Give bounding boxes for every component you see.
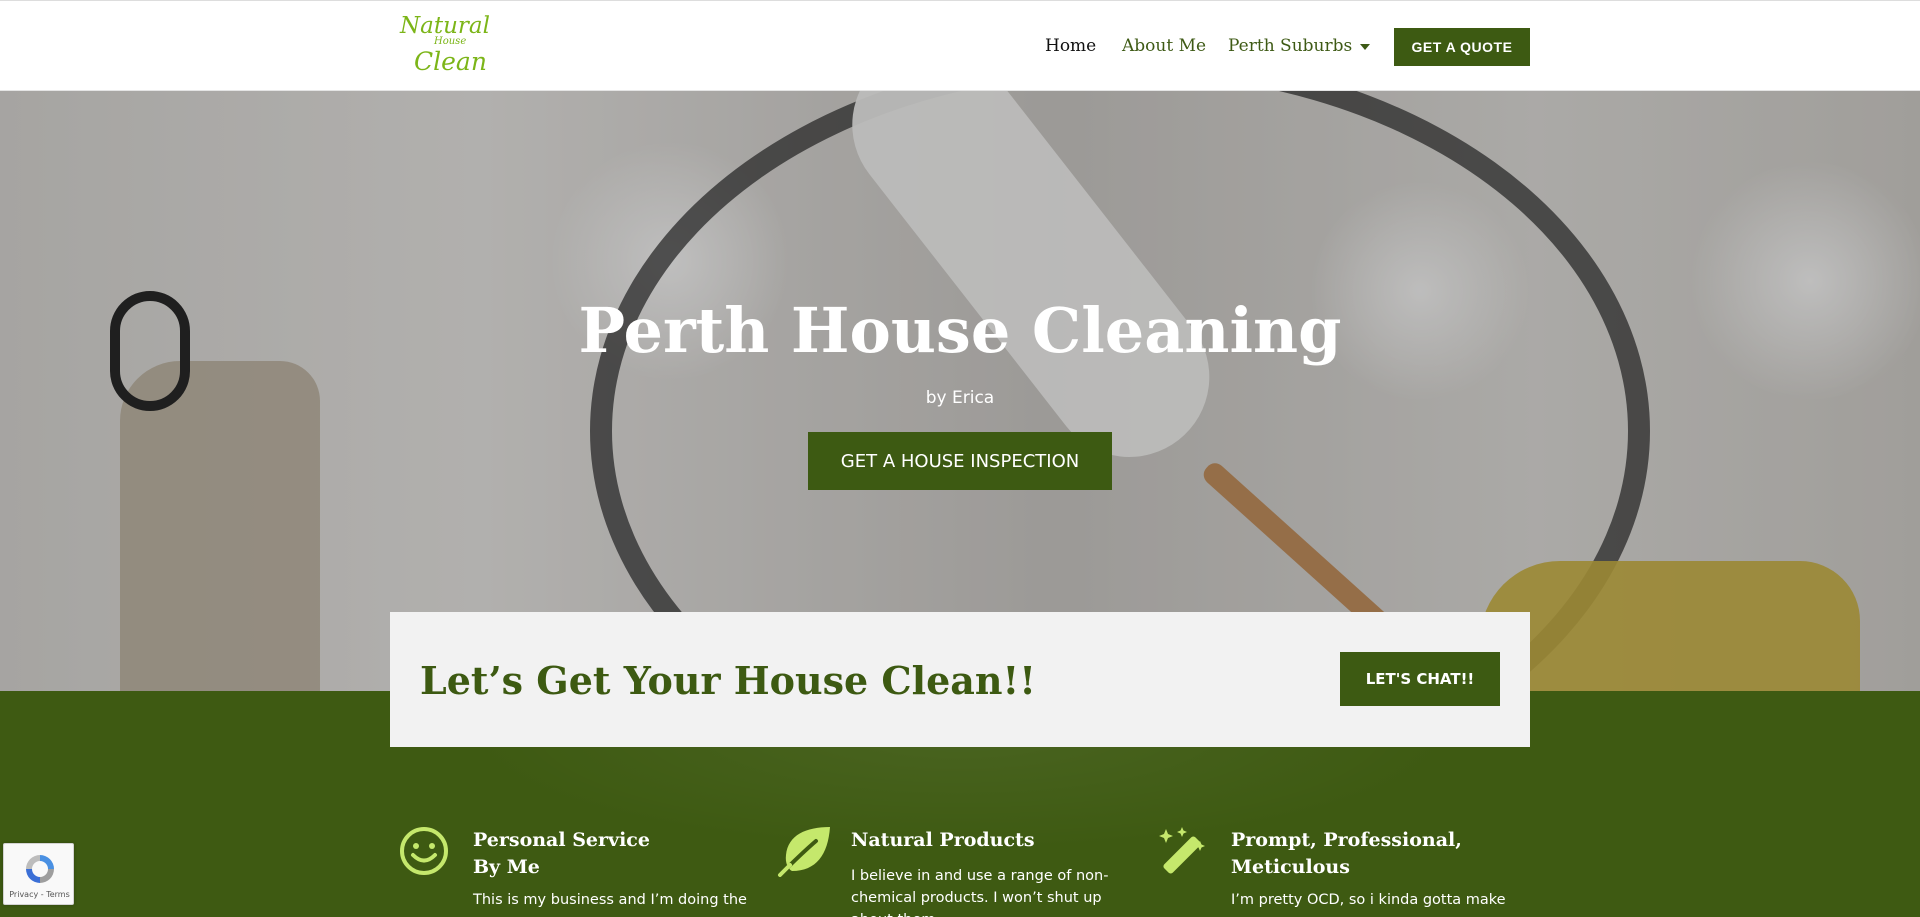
recaptcha-icon — [23, 852, 57, 886]
feature-title: Prompt, Professional, Meticulous — [1231, 827, 1462, 881]
nav-home[interactable]: Home — [1045, 36, 1096, 56]
leaf-icon — [776, 825, 830, 877]
feature-title: Natural Products — [851, 827, 1035, 854]
feature-prompt-professional: Prompt, Professional, Meticulous I’m pre… — [1156, 825, 1506, 917]
hero-section: Perth House Cleaning by Erica GET A HOUS… — [0, 91, 1920, 691]
get-house-inspection-button[interactable]: GET A HOUSE INSPECTION — [808, 432, 1112, 490]
feature-title-line1: Natural Products — [851, 829, 1035, 851]
magic-wand-icon — [1156, 825, 1208, 877]
feature-body: I believe in and use a range of non-chem… — [851, 868, 1109, 917]
nav-about-me[interactable]: About Me — [1122, 36, 1206, 56]
feature-title-line1: Prompt, Professional, — [1231, 829, 1462, 851]
hero-title: Perth House Cleaning — [578, 294, 1342, 367]
logo-word-house: House — [434, 36, 467, 47]
feature-title: Personal Service By Me — [473, 827, 650, 881]
lets-chat-button[interactable]: LET'S CHAT!! — [1340, 652, 1500, 706]
recaptcha-badge[interactable]: Privacy - Terms — [3, 843, 74, 905]
caret-down-icon — [1360, 43, 1371, 50]
site-logo[interactable]: Natural House Clean — [390, 13, 490, 79]
nav-perth-suburbs[interactable]: Perth Suburbs — [1228, 36, 1371, 56]
feature-personal-service: Personal Service By Me This is my busine… — [398, 825, 747, 917]
nav-perth-suburbs-label: Perth Suburbs — [1228, 36, 1353, 56]
feature-natural-products: Natural Products I believe in and use a … — [776, 825, 1116, 917]
feature-body: This is my business and I’m doing the — [473, 892, 747, 908]
feature-body: I’m pretty OCD, so i kinda gotta make — [1231, 892, 1506, 908]
logo-word-clean: Clean — [414, 47, 487, 76]
site-header: Natural House Clean Home About Me Perth … — [0, 0, 1920, 91]
feature-title-line2: Meticulous — [1231, 856, 1350, 878]
smiley-icon — [398, 825, 450, 877]
cta-heading: Let’s Get Your House Clean!! — [420, 658, 1036, 703]
recaptcha-privacy-terms-link[interactable]: Privacy - Terms — [4, 890, 75, 899]
feature-title-line2: By Me — [473, 856, 540, 878]
get-a-quote-button[interactable]: GET A QUOTE — [1394, 28, 1530, 66]
cta-box: Let’s Get Your House Clean!! LET'S CHAT!… — [390, 612, 1530, 747]
logo-word-natural: Natural — [400, 13, 490, 39]
feature-title-line1: Personal Service — [473, 829, 650, 851]
hero-subtitle: by Erica — [925, 388, 995, 408]
